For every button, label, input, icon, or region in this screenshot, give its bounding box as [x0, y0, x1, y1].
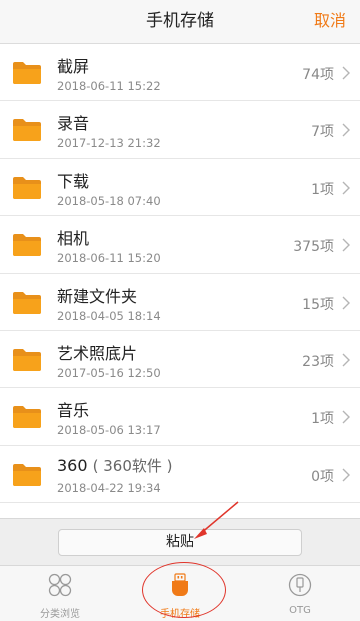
folder-item-count: 23项 — [302, 353, 334, 370]
folder-name-text: 艺术照底片 — [57, 343, 138, 363]
folder-name: 相机 — [57, 225, 89, 249]
folder-name-text: 360 — [57, 455, 88, 475]
chevron-right-icon — [342, 66, 350, 80]
annotation-arrow — [194, 501, 239, 539]
folder-item-count: 74项 — [302, 67, 334, 83]
folder-name-text: 截屏 — [57, 57, 90, 76]
folder-list[interactable]: 截屏 2018-06-11 15:22 74项录音 2017-12-13 21:32 7… — [0, 44, 360, 518]
chevron-right-icon — [342, 181, 350, 195]
page-title: 手机存储 — [146, 11, 214, 31]
folder-icon — [13, 62, 41, 84]
tab-category-browse[interactable]: 分类浏览 — [0, 566, 120, 621]
folder-row[interactable]: 下载 2018-05-18 07:40 1项 — [0, 159, 360, 217]
folder-icon — [13, 348, 41, 371]
otg-icon — [288, 573, 312, 597]
folder-name: 音乐 — [57, 397, 89, 421]
chevron-right-icon — [342, 296, 350, 310]
category-grid-icon — [48, 573, 72, 597]
folder-icon — [13, 406, 41, 429]
folder-icon — [13, 463, 41, 486]
paste-button[interactable]: 粘贴 — [58, 529, 302, 556]
folder-name-text: 相机 — [57, 229, 90, 249]
folder-date: 2017-12-13 21:32 — [57, 136, 161, 151]
chevron-right-icon — [342, 468, 350, 482]
folder-icon — [13, 119, 41, 142]
folder-name: 新建文件夹 — [57, 283, 137, 307]
folder-icon — [13, 291, 41, 314]
folder-icon — [13, 176, 41, 199]
folder-date: 2018-04-05 18:14 — [57, 308, 161, 323]
folder-name-text: 音乐 — [57, 401, 90, 421]
folder-name: 360 ( 360软件 ) — [57, 455, 173, 476]
folder-row[interactable]: 艺术照底片 2017-05-16 12:50 23项 — [0, 331, 360, 389]
folder-row[interactable]: 新建文件夹 2018-04-05 18:14 15项 — [0, 274, 360, 331]
annotation-circle — [142, 562, 226, 618]
folder-name-text: 下载 — [57, 171, 90, 191]
chevron-right-icon — [342, 238, 350, 252]
tab-label: OTG — [289, 605, 311, 616]
folder-name: 艺术照底片 — [57, 340, 137, 364]
tab-otg[interactable]: OTG — [240, 566, 360, 621]
cancel-button[interactable]: 取消 — [314, 0, 346, 44]
folder-date: 2018-06-11 15:22 — [57, 79, 161, 93]
folder-icon — [13, 234, 41, 257]
folder-name: 截屏 — [57, 53, 89, 77]
folder-name: 录音 — [57, 110, 89, 134]
folder-date: 2018-06-11 15:20 — [57, 251, 161, 266]
folder-row[interactable]: 360 ( 360软件 ) 2018-04-22 19:34 0项 — [0, 446, 360, 504]
tab-label: 分类浏览 — [40, 609, 80, 620]
folder-name-text: 录音 — [57, 114, 90, 134]
folder-row[interactable]: 录音 2017-12-13 21:32 7项 — [0, 101, 360, 159]
folder-date: 2017-05-16 12:50 — [57, 365, 161, 380]
paste-bar: 粘贴 — [0, 518, 360, 565]
chevron-right-icon — [342, 353, 350, 367]
folder-item-count: 15项 — [302, 296, 334, 313]
folder-item-count: 7项 — [311, 124, 334, 141]
folder-row[interactable]: 截屏 2018-06-11 15:22 74项 — [0, 44, 360, 102]
folder-name-note: ( 360软件 ) — [92, 456, 173, 475]
folder-date: 2018-05-06 13:17 — [57, 423, 161, 438]
folder-item-count: 1项 — [311, 411, 334, 428]
folder-date: 2018-05-18 07:40 — [57, 193, 161, 208]
folder-item-count: 375项 — [293, 239, 334, 256]
folder-row[interactable]: 音乐 2018-05-06 13:17 1项 — [0, 388, 360, 446]
folder-row[interactable]: 相机 2018-06-11 15:20 375项 — [0, 216, 360, 274]
chevron-right-icon — [342, 410, 350, 424]
folder-date: 2018-04-22 19:34 — [57, 480, 161, 495]
folder-item-count: 0项 — [311, 468, 334, 485]
folder-name: 下载 — [57, 168, 89, 192]
folder-item-count: 1项 — [311, 181, 334, 198]
chevron-right-icon — [342, 123, 350, 137]
header-bar: 手机存储 取消 — [0, 0, 360, 44]
folder-name-text: 新建文件夹 — [57, 286, 138, 306]
